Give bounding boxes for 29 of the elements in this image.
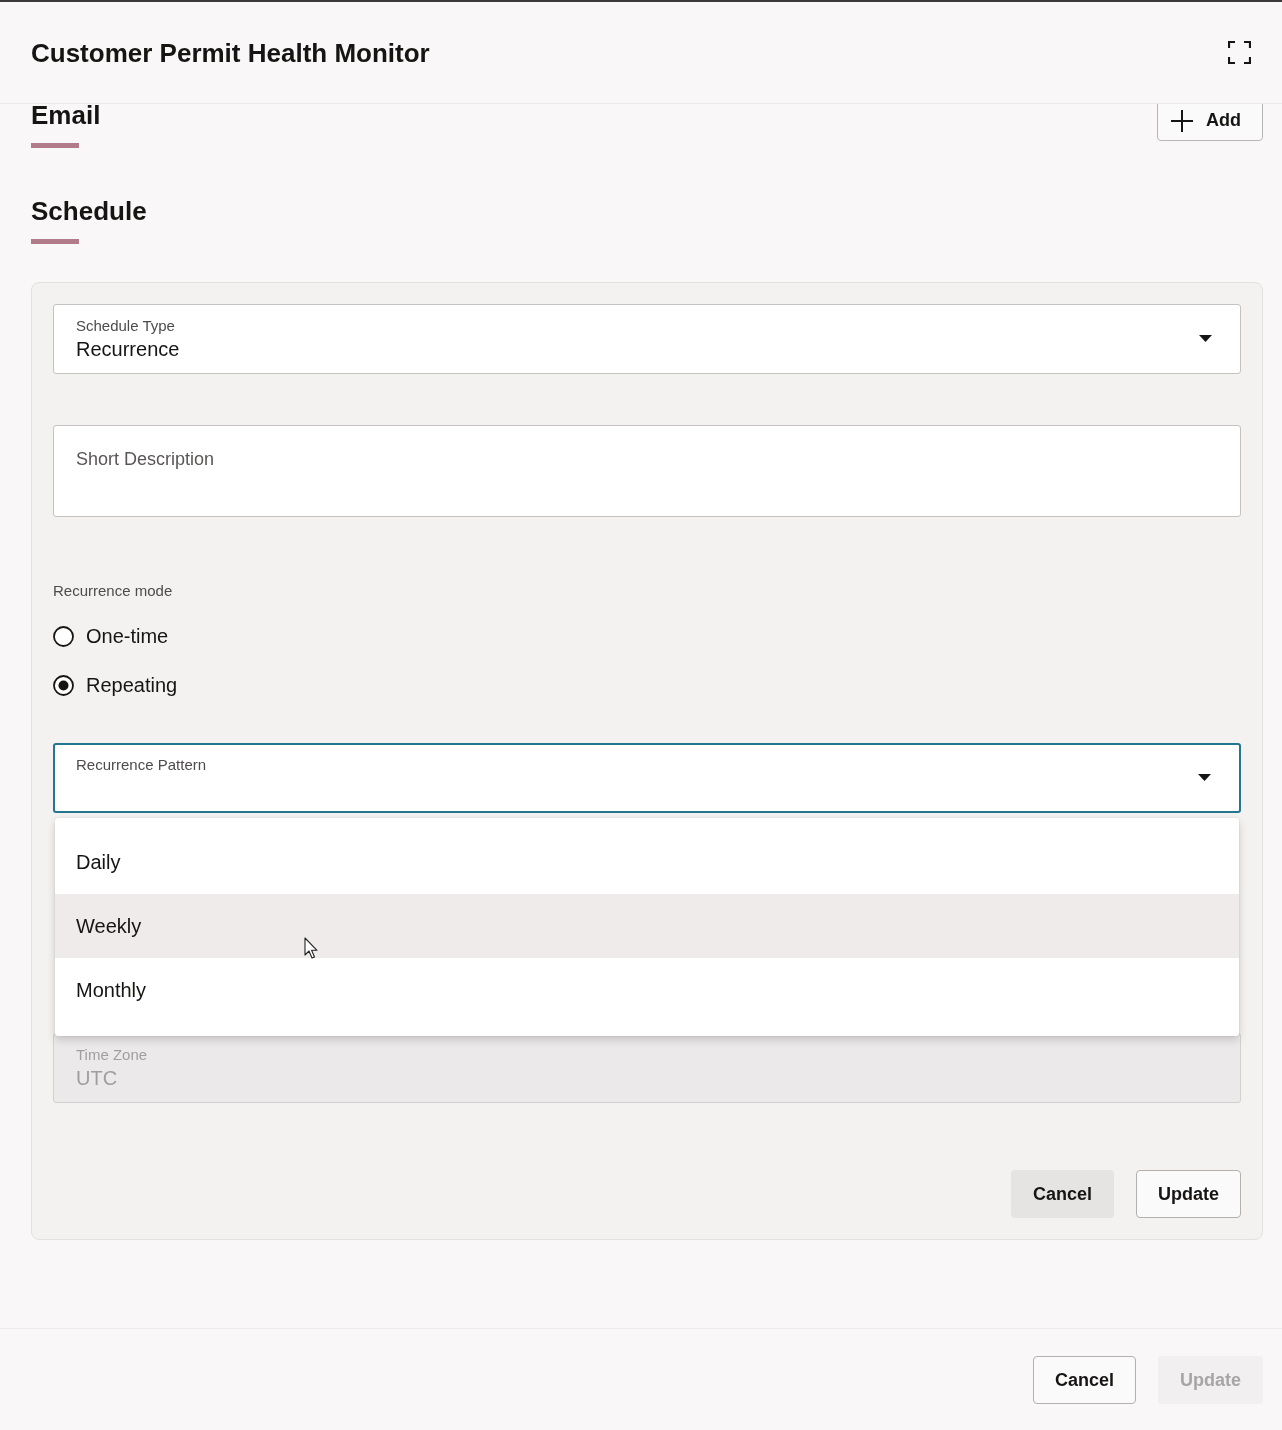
dropdown-option[interactable]: Weekly — [55, 894, 1239, 958]
field-label: Time Zone — [76, 1046, 148, 1063]
dropdown-option[interactable]: Monthly — [55, 958, 1239, 1022]
add-button[interactable]: Add — [1157, 104, 1263, 141]
radio-icon[interactable] — [53, 626, 74, 647]
section-heading: Schedule — [31, 196, 147, 226]
action-button[interactable]: Update — [1136, 1170, 1241, 1218]
action-button[interactable]: Cancel — [1010, 1170, 1114, 1218]
field-label: Recurrence Pattern — [76, 756, 207, 773]
field-label: Recurrence mode — [53, 582, 173, 600]
section-heading: Email — [31, 104, 101, 130]
cursor-icon — [304, 937, 319, 960]
heading-underline — [31, 239, 79, 244]
caret-icon[interactable] — [1199, 335, 1212, 342]
window-title: Customer Permit Health Monitor — [31, 36, 430, 69]
caret-icon[interactable] — [1198, 774, 1211, 781]
fullscreen-icon[interactable] — [1228, 41, 1251, 64]
description-field[interactable]: Short Description — [53, 425, 1241, 517]
field-value: UTC — [76, 1066, 118, 1090]
select-field[interactable]: Schedule Type Recurrence — [53, 304, 1241, 374]
radio-icon[interactable] — [53, 675, 74, 696]
heading-underline — [31, 143, 79, 148]
dropdown-option[interactable]: Daily — [55, 830, 1239, 894]
radio-option[interactable]: Repeating — [53, 661, 178, 710]
field-label: Schedule Type — [76, 317, 175, 334]
plus-icon — [1171, 109, 1193, 132]
field-value: Recurrence — [76, 337, 180, 361]
radio-option[interactable]: One-time — [53, 612, 169, 661]
action-button[interactable]: Cancel — [1032, 1356, 1136, 1404]
